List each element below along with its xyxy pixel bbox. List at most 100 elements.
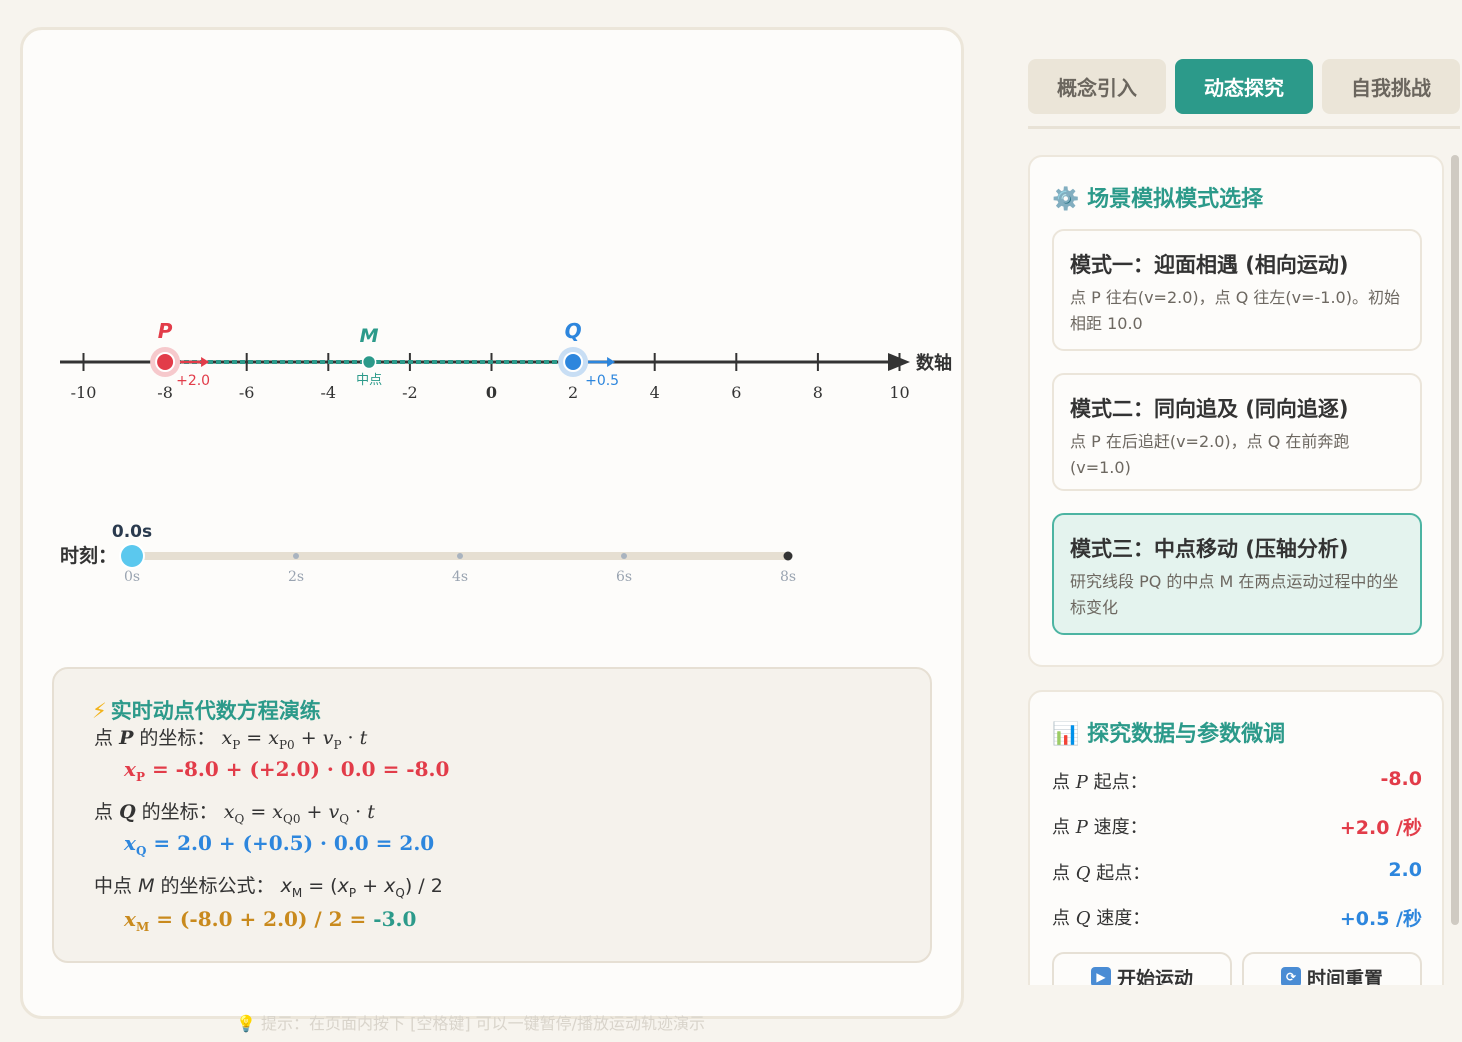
axis-tick-label: -4 (321, 383, 337, 402)
tab-challenge[interactable]: 自我挑战 (1322, 59, 1460, 114)
point-q-velocity: +0.5 (585, 373, 619, 389)
mode-panel-title: ⚙️ 场景模拟模式选择 (1052, 181, 1263, 213)
point-q[interactable] (563, 352, 584, 372)
p-result: xP = -8.0 + (+2.0) · 0.0 = -8.0 (124, 757, 450, 784)
param-p-speed: 点 P 速度： +2.0 /秒 (1052, 813, 1422, 843)
equation-title-text: 实时动点代数方程演练 (110, 699, 321, 723)
param-q-start-label: 点 Q 起点： (1052, 859, 1150, 885)
refresh-icon: ⟳ (1280, 967, 1301, 987)
p-formula-name: P (119, 727, 134, 749)
mode-2-title: 模式二：同向追及 (同向追逐) (1070, 397, 1349, 421)
time-label: 时刻： (60, 544, 117, 567)
time-tick-label: 6s (616, 569, 632, 585)
param-q-speed-pre: 点 (1052, 908, 1070, 929)
axis-tick-label: 6 (731, 383, 741, 402)
q-formula-name: Q (119, 801, 136, 823)
number-line: 数轴 -10 -8 -6 -4 -2 0 2 4 6 8 10 P +2.0 Q +0.5 M 中点 (60, 319, 952, 402)
param-p-speed-value[interactable]: +2.0 /秒 (1340, 813, 1422, 840)
tab-bar: 概念引入 动态探究 自我挑战 (1028, 59, 1460, 129)
time-tick-label: 8s (780, 569, 796, 585)
param-q-start-var: Q (1075, 863, 1091, 884)
point-p[interactable] (155, 352, 176, 372)
p-formula-prefix: 点 (94, 727, 114, 749)
point-m (361, 354, 377, 370)
point-p-label: P (158, 319, 173, 343)
time-tick-label: 4s (452, 569, 468, 585)
side-scrollbar[interactable] (1451, 155, 1459, 925)
time-tick-dot (293, 553, 299, 559)
mode-3-desc: 研究线段 PQ 的中点 M 在两点运动过程中的坐标变化 (1070, 572, 1399, 617)
mode-panel-title-text: 场景模拟模式选择 (1087, 187, 1264, 212)
bar-chart-icon: 📊 (1052, 722, 1080, 747)
play-icon: ▶ (1090, 967, 1111, 987)
tab-dynamic[interactable]: 动态探究 (1175, 59, 1313, 114)
m-formula-suffix: 的坐标公式： (160, 875, 275, 897)
param-q-start-value[interactable]: 2.0 (1388, 859, 1422, 881)
m-result: xM = (-8.0 + 2.0) / 2 = -3.0 (124, 907, 417, 934)
p-velocity-arrowhead (201, 357, 210, 367)
param-q-speed-post: 速度： (1096, 908, 1151, 929)
time-tick-dot (457, 553, 463, 559)
mode-1-desc: 点 P 往右(v=2.0)，点 Q 往左(v=-1.0)。初始相距 10.0 (1070, 288, 1400, 333)
q-formula-prefix: 点 (94, 801, 114, 823)
m-result-value: -3.0 (373, 907, 417, 931)
param-q-speed: 点 Q 速度： +0.5 /秒 (1052, 904, 1422, 934)
q-formula: 点 Q 的坐标： xQ = xQ0 + vQ · t (94, 801, 375, 826)
m-formula: 中点 M 的坐标公式： xM = (xP + xQ) / 2 (94, 875, 443, 900)
param-q-start-pre: 点 (1052, 863, 1070, 884)
param-p-start-value[interactable]: -8.0 (1380, 768, 1422, 790)
data-panel-title-text: 探究数据与参数微调 (1087, 722, 1286, 747)
param-p-start-var: P (1075, 772, 1088, 793)
axis-tick-label: -2 (402, 383, 418, 402)
m-formula-name: M (138, 875, 155, 897)
lightning-icon: ⚡ (92, 699, 107, 723)
p-result-text: = -8.0 + (+2.0) · 0.0 = -8.0 (151, 757, 450, 781)
time-tick-dot (783, 551, 793, 561)
param-q-start: 点 Q 起点： 2.0 (1052, 859, 1422, 889)
p-formula-suffix: 的坐标： (139, 727, 216, 749)
param-q-speed-var: Q (1075, 908, 1091, 929)
equation-panel: ⚡ 实时动点代数方程演练 点 P 的坐标： xP = xP0 + vP · t x… (52, 667, 932, 963)
data-panel-title: 📊 探究数据与参数微调 (1052, 716, 1285, 748)
mode-card-3[interactable]: 模式三：中点移动 (压轴分析) 研究线段 PQ 的中点 M 在两点运动过程中的坐… (1052, 513, 1422, 635)
data-panel: 📊 探究数据与参数微调 点 P 起点： -8.0 点 P 速度： +2.0 /秒… (1028, 690, 1444, 1030)
param-p-speed-pre: 点 (1052, 817, 1070, 838)
param-q-speed-value[interactable]: +0.5 /秒 (1340, 904, 1422, 931)
param-q-speed-label: 点 Q 速度： (1052, 904, 1150, 930)
time-tick-dot (621, 553, 627, 559)
point-p-velocity: +2.0 (176, 373, 210, 389)
keyboard-hint: 💡 提示：在页面内按下 [空格键] 可以一键暂停/播放运动轨迹演示 (236, 1014, 706, 1033)
equation-title: ⚡ 实时动点代数方程演练 (92, 695, 321, 725)
mode-2-desc: 点 P 在后追赶(v=2.0)，点 Q 在前奔跑(v=1.0) (1070, 432, 1350, 477)
time-tick-label: 2s (288, 569, 304, 585)
q-result: xQ = 2.0 + (+0.5) · 0.0 = 2.0 (124, 831, 435, 858)
panel-scroll-clip (1028, 985, 1458, 1042)
point-m-sublabel: 中点 (356, 373, 382, 388)
param-p-start-label: 点 P 起点： (1052, 768, 1148, 794)
axis-tick-label: -6 (239, 383, 255, 402)
time-tick-label: 0s (124, 569, 140, 585)
mode-card-1[interactable]: 模式一：迎面相遇 (相向运动) 点 P 往右(v=2.0)，点 Q 往左(v=-… (1052, 229, 1422, 351)
tab-concept[interactable]: 概念引入 (1028, 59, 1166, 114)
m-result-expr: = (-8.0 + 2.0) / 2 = (156, 907, 374, 931)
axis-tick-label: 10 (889, 383, 909, 402)
q-formula-suffix: 的坐标： (141, 801, 218, 823)
m-formula-prefix: 中点 (94, 875, 133, 897)
time-slider[interactable]: 时刻： 0s 2s 4s 6s 8s 0.0s (60, 522, 796, 585)
gear-icon: ⚙️ (1052, 187, 1080, 212)
axis-tick-label: 8 (813, 383, 823, 402)
axis-tick-label: 4 (650, 383, 660, 402)
axis-label: 数轴 (916, 352, 952, 374)
param-p-speed-var: P (1075, 817, 1088, 838)
q-result-text: = 2.0 + (+0.5) · 0.0 = 2.0 (153, 831, 435, 855)
axis-tick-label: 2 (568, 383, 578, 402)
param-p-speed-label: 点 P 速度： (1052, 813, 1148, 839)
m-formula-tail: ) / 2 (404, 875, 443, 897)
time-current-value: 0.0s (112, 522, 152, 542)
time-handle[interactable] (121, 545, 143, 567)
mode-3-title: 模式三：中点移动 (压轴分析) (1070, 537, 1349, 561)
param-p-speed-post: 速度： (1093, 817, 1148, 838)
axis-tick-label: 0 (486, 383, 497, 402)
mode-card-2[interactable]: 模式二：同向追及 (同向追逐) 点 P 在后追赶(v=2.0)，点 Q 在前奔跑… (1052, 373, 1422, 491)
mode-1-title: 模式一：迎面相遇 (相向运动) (1070, 253, 1349, 277)
